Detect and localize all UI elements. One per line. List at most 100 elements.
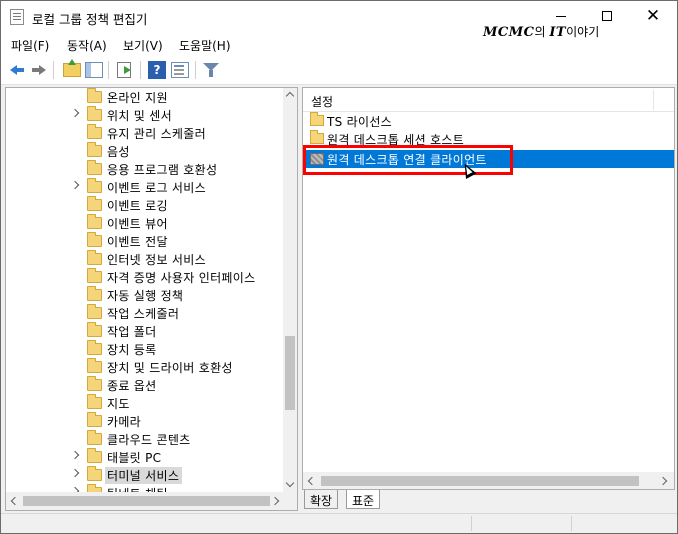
watermark-it: IT bbox=[549, 25, 567, 40]
tree-item[interactable]: 자격 증명 사용자 인터페이스 bbox=[6, 268, 284, 286]
chevron-right-icon[interactable] bbox=[70, 108, 80, 118]
tree-item[interactable]: 태블릿 PC bbox=[6, 448, 284, 466]
tree-item[interactable]: 지도 bbox=[6, 394, 284, 412]
folder-icon bbox=[87, 268, 102, 283]
tree-item[interactable]: 팀네트 채팅 bbox=[6, 484, 284, 492]
back-arrow-icon[interactable] bbox=[8, 61, 26, 79]
toolbar-separator bbox=[108, 61, 109, 79]
tree-vertical-scrollbar[interactable] bbox=[283, 88, 297, 492]
tree-item-label: 카메라 bbox=[107, 415, 142, 429]
status-cell bbox=[471, 516, 571, 531]
toolbar-separator bbox=[195, 61, 196, 79]
menu-action[interactable]: 동작(A) bbox=[67, 37, 107, 54]
scroll-right-arrow-icon[interactable] bbox=[657, 474, 671, 488]
tree-vscroll-thumb[interactable] bbox=[285, 336, 295, 410]
tree-item-label: 장치 및 드라이버 호환성 bbox=[107, 361, 233, 375]
scroll-down-arrow-icon[interactable] bbox=[283, 478, 297, 492]
show-hide-tree-icon[interactable] bbox=[85, 62, 103, 78]
menu-view[interactable]: 보기(V) bbox=[123, 37, 163, 54]
tree-item[interactable]: 유지 관리 스케줄러 bbox=[6, 124, 284, 142]
tree-item-label: 작업 폴더 bbox=[107, 325, 157, 339]
window-title: 로컬 그룹 정책 편집기 bbox=[32, 12, 148, 27]
folder-icon bbox=[87, 286, 102, 301]
tree-item[interactable]: 응용 프로그램 호환성 bbox=[6, 160, 284, 178]
tree-item-label: 이벤트 전달 bbox=[107, 235, 168, 249]
tree-item[interactable]: 이벤트 로그 서비스 bbox=[6, 178, 284, 196]
folder-icon bbox=[87, 340, 102, 355]
tree-item-label: 장치 등록 bbox=[107, 343, 157, 357]
tab-extended[interactable]: 확장 bbox=[304, 490, 339, 509]
list-item-label: TS 라이선스 bbox=[327, 115, 393, 129]
column-divider[interactable] bbox=[653, 90, 654, 110]
folder-icon bbox=[310, 112, 324, 126]
tree-item[interactable]: 작업 스케줄러 bbox=[6, 304, 284, 322]
close-button[interactable]: ✕ bbox=[630, 1, 676, 33]
tree-item[interactable]: 위치 및 센서 bbox=[6, 106, 284, 124]
chevron-right-icon[interactable] bbox=[70, 450, 80, 460]
folder-icon bbox=[87, 430, 102, 445]
list-item[interactable]: TS 라이선스 bbox=[303, 112, 674, 130]
forward-arrow-icon[interactable] bbox=[30, 61, 48, 79]
tree-item-selected[interactable]: 터미널 서비스 bbox=[6, 466, 284, 484]
folder-icon bbox=[87, 466, 102, 481]
toolbar: ? bbox=[1, 55, 677, 85]
export-list-icon[interactable] bbox=[117, 62, 131, 78]
folder-icon bbox=[87, 304, 102, 319]
folder-icon bbox=[87, 358, 102, 373]
tree-item[interactable]: 온라인 지원 bbox=[6, 88, 284, 106]
chevron-right-icon[interactable] bbox=[70, 468, 80, 478]
minimize-icon bbox=[556, 15, 566, 17]
tree-item-label: 태블릿 PC bbox=[107, 451, 162, 465]
menu-file[interactable]: 파일(F) bbox=[11, 37, 49, 54]
tree-horizontal-scrollbar[interactable] bbox=[6, 492, 297, 510]
folder-icon bbox=[87, 376, 102, 391]
filter-icon[interactable] bbox=[202, 61, 220, 79]
settings-column-header[interactable]: 설정 bbox=[303, 88, 674, 112]
help-icon[interactable]: ? bbox=[148, 61, 166, 79]
tree-item[interactable]: 작업 폴더 bbox=[6, 322, 284, 340]
watermark: MCMC의 IT이야기 bbox=[483, 23, 599, 40]
tree-item-label: 종료 옵션 bbox=[107, 379, 157, 393]
chevron-right-icon[interactable] bbox=[70, 180, 80, 190]
tree-pane[interactable]: 온라인 지원 위치 및 센서 유지 관리 스케줄러 음성 응용 프로그램 호환성 이벤트 … bbox=[5, 87, 298, 511]
tree-list: 온라인 지원 위치 및 센서 유지 관리 스케줄러 음성 응용 프로그램 호환성 이벤트 … bbox=[6, 88, 284, 492]
tree-item[interactable]: 장치 및 드라이버 호환성 bbox=[6, 358, 284, 376]
tree-item[interactable]: 음성 bbox=[6, 142, 284, 160]
tree-item[interactable]: 인터넷 정보 서비스 bbox=[6, 250, 284, 268]
tree-item-label: 자동 실행 정책 bbox=[107, 289, 184, 303]
tree-item-label: 자격 증명 사용자 인터페이스 bbox=[107, 271, 256, 285]
settings-horizontal-scrollbar[interactable] bbox=[303, 472, 674, 489]
menu-help[interactable]: 도움말(H) bbox=[179, 37, 231, 54]
status-cell bbox=[571, 516, 675, 531]
scroll-right-arrow-icon[interactable] bbox=[269, 494, 283, 508]
tree-item[interactable]: 카메라 bbox=[6, 412, 284, 430]
folder-icon bbox=[310, 130, 324, 144]
folder-icon bbox=[87, 394, 102, 409]
tree-item[interactable]: 자동 실행 정책 bbox=[6, 286, 284, 304]
settings-hscroll-thumb[interactable] bbox=[321, 476, 639, 486]
gpedit-app-icon bbox=[10, 9, 24, 25]
watermark-brand: MCMC bbox=[483, 25, 535, 40]
tree-item-label: 인터넷 정보 서비스 bbox=[107, 253, 206, 267]
tree-item[interactable]: 이벤트 뷰어 bbox=[6, 214, 284, 232]
scroll-left-arrow-icon[interactable] bbox=[7, 494, 21, 508]
maximize-icon bbox=[602, 11, 612, 21]
tree-item[interactable]: 클라우드 콘텐츠 bbox=[6, 430, 284, 448]
tab-standard[interactable]: 표준 bbox=[346, 490, 381, 509]
tree-item-label: 이벤트 뷰어 bbox=[107, 217, 168, 231]
tree-item[interactable]: 이벤트 로깅 bbox=[6, 196, 284, 214]
tree-item[interactable]: 장치 등록 bbox=[6, 340, 284, 358]
folder-icon bbox=[87, 412, 102, 427]
folder-icon bbox=[87, 322, 102, 337]
scroll-left-arrow-icon[interactable] bbox=[304, 474, 318, 488]
tree-item-label: 온라인 지원 bbox=[107, 91, 168, 105]
up-folder-icon[interactable] bbox=[63, 59, 81, 77]
gpedit-window: 로컬 그룹 정책 편집기 ✕ MCMC의 IT이야기 파일(F) 동작(A) 보… bbox=[0, 0, 678, 534]
tree-item[interactable]: 종료 옵션 bbox=[6, 376, 284, 394]
tree-hscroll-thumb[interactable] bbox=[23, 496, 270, 506]
watermark-mid: 의 bbox=[534, 25, 550, 39]
properties-icon[interactable] bbox=[171, 62, 189, 78]
scroll-up-arrow-icon[interactable] bbox=[283, 88, 297, 102]
toolbar-separator bbox=[140, 61, 141, 79]
tree-item[interactable]: 이벤트 전달 bbox=[6, 232, 284, 250]
